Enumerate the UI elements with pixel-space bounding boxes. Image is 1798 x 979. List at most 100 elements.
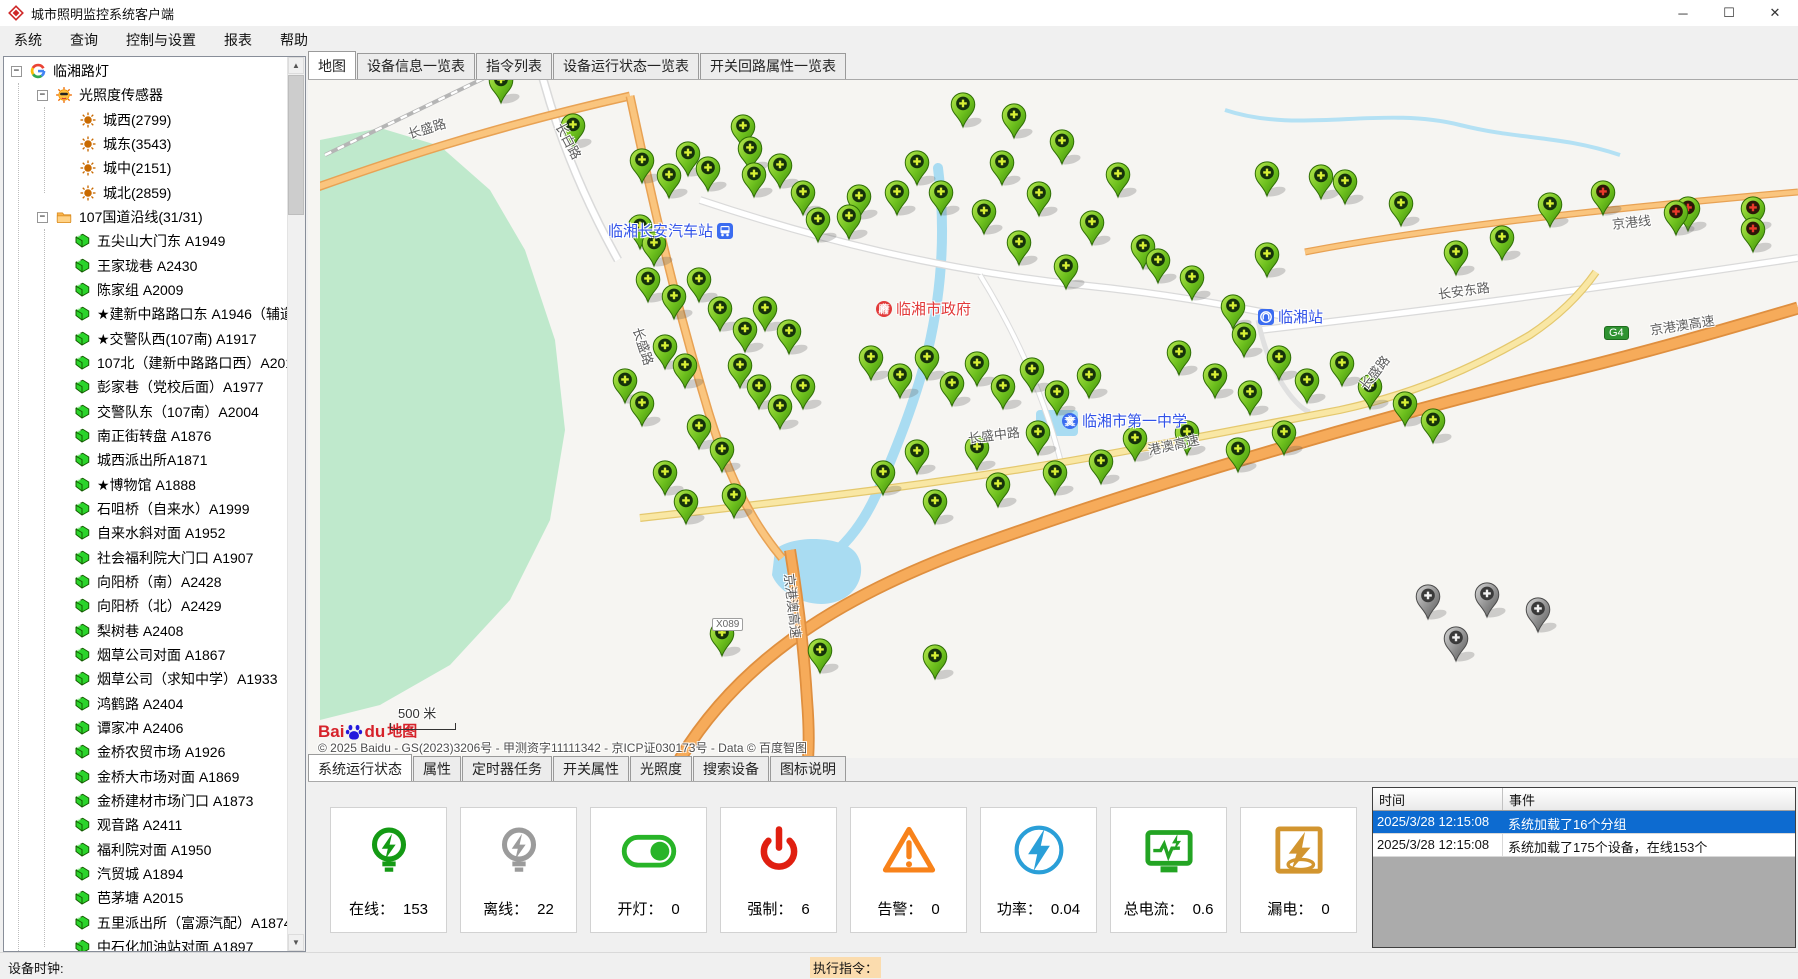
map-pin-offline[interactable]	[1475, 583, 1506, 620]
map-pin-online[interactable]	[733, 318, 764, 355]
tree-device-13[interactable]: 社会福利院大门口 A1907	[4, 546, 287, 570]
map-pin-online[interactable]	[1203, 364, 1234, 401]
map-pin-online[interactable]	[905, 440, 936, 477]
expand-collapse-icon[interactable]: −	[37, 212, 48, 223]
bottom-tab-1[interactable]: 属性	[413, 756, 461, 782]
map-pin-online[interactable]	[1330, 352, 1361, 389]
map-pin-online[interactable]	[1050, 130, 1081, 167]
tree-device-22[interactable]: 金桥大市场对面 A1869	[4, 765, 287, 789]
map-pin-online[interactable]	[1389, 192, 1420, 229]
event-row-1[interactable]: 2025/3/28 12:15:08系统加载了175个设备，在线153个	[1373, 834, 1795, 857]
tree-device-5[interactable]: 107北（建新中路路口西）A2014	[4, 351, 287, 375]
close-button[interactable]: ✕	[1752, 0, 1798, 26]
map-pin-online[interactable]	[791, 375, 822, 412]
menu-item-4[interactable]: 帮助	[266, 26, 322, 54]
tree-device-17[interactable]: 烟草公司对面 A1867	[4, 643, 287, 667]
map-pin-online[interactable]	[806, 208, 837, 245]
map-pin-online[interactable]	[885, 181, 916, 218]
tree-device-20[interactable]: 谭家冲 A2406	[4, 716, 287, 740]
bottom-tab-5[interactable]: 搜索设备	[693, 756, 769, 782]
map-pin-online[interactable]	[1027, 182, 1058, 219]
map-pin-online[interactable]	[972, 200, 1003, 237]
tree-device-27[interactable]: 芭茅塘 A2015	[4, 886, 287, 910]
tree-device-0[interactable]: 五尖山大门东 A1949	[4, 229, 287, 253]
bottom-tab-3[interactable]: 开关属性	[553, 756, 629, 782]
map-pin-online[interactable]	[777, 320, 808, 357]
map-pin-online[interactable]	[630, 149, 661, 186]
map-pin-online[interactable]	[630, 392, 661, 429]
tree-device-15[interactable]: 向阳桥（北）A2429	[4, 594, 287, 618]
map-pin-online[interactable]	[1106, 163, 1137, 200]
tree-device-29[interactable]: 中石化加油站对面 A1897	[4, 935, 287, 952]
tree-sensor-2[interactable]: 城中(2151)	[4, 156, 287, 180]
tree-scrollbar[interactable]: ▲ ▼	[287, 57, 305, 951]
map-pin-online[interactable]	[905, 151, 936, 188]
map-pin-online[interactable]	[1080, 211, 1111, 248]
map-pin-offline[interactable]	[1526, 598, 1557, 635]
map-pin-online[interactable]	[1444, 241, 1475, 278]
map-pin-online[interactable]	[1490, 226, 1521, 263]
map-tab-2[interactable]: 指令列表	[476, 53, 552, 79]
expand-collapse-icon[interactable]: −	[37, 90, 48, 101]
map-pin-online[interactable]	[965, 436, 996, 473]
map-tab-0[interactable]: 地图	[308, 51, 356, 79]
menu-item-1[interactable]: 查询	[56, 26, 112, 54]
bottom-tab-0[interactable]: 系统运行状态	[308, 754, 412, 782]
map-pin-online[interactable]	[990, 151, 1021, 188]
map-pin-online[interactable]	[986, 473, 1017, 510]
map-pin-online[interactable]	[1238, 381, 1269, 418]
tree-device-28[interactable]: 五里派出所（富源汽配）A1874	[4, 910, 287, 934]
tree-device-2[interactable]: 陈家组 A2009	[4, 278, 287, 302]
map-pin-online[interactable]	[991, 375, 1022, 412]
tree-sensor-3[interactable]: 城北(2859)	[4, 181, 287, 205]
bottom-tab-4[interactable]: 光照度	[630, 756, 692, 782]
tree-device-24[interactable]: 观音路 A2411	[4, 813, 287, 837]
tree-root[interactable]: −临湘路灯	[4, 59, 287, 83]
map-pin-online[interactable]	[1255, 243, 1286, 280]
map-pin-online[interactable]	[662, 285, 693, 322]
map-pin-online[interactable]	[696, 157, 727, 194]
expand-collapse-icon[interactable]: −	[11, 66, 22, 77]
tree-device-3[interactable]: ★建新中路路口东 A1946（辅道灯）	[4, 302, 287, 326]
map-pin-online[interactable]	[929, 181, 960, 218]
map-tab-4[interactable]: 开关回路属性一览表	[700, 53, 846, 79]
bottom-tab-2[interactable]: 定时器任务	[462, 756, 552, 782]
map-pin-online[interactable]	[940, 372, 971, 409]
map-pin-online[interactable]	[923, 645, 954, 682]
map-canvas[interactable]: 临湘长安汽车站府临湘市政府临湘站文临湘市第一中学长盛路长白路长盛路长盛中路港澳高…	[308, 79, 1798, 758]
event-col-event[interactable]: 事件	[1503, 788, 1795, 810]
map-pin-online[interactable]	[1538, 193, 1569, 230]
tree-group-1[interactable]: −107国道沿线(31/31)	[4, 205, 287, 229]
maximize-button[interactable]: ☐	[1706, 0, 1752, 26]
map-pin-online[interactable]	[768, 395, 799, 432]
tree-device-21[interactable]: 金桥农贸市场 A1926	[4, 740, 287, 764]
map-pin-online[interactable]	[657, 164, 688, 201]
tree-device-9[interactable]: 城西派出所A1871	[4, 448, 287, 472]
map-tab-1[interactable]: 设备信息一览表	[357, 53, 475, 79]
tree-sensor-0[interactable]: 城西(2799)	[4, 108, 287, 132]
event-col-time[interactable]: 时间	[1373, 788, 1503, 810]
map-pin-online[interactable]	[923, 490, 954, 527]
tree-device-1[interactable]: 王家珑巷 A2430	[4, 254, 287, 278]
map-pin-online[interactable]	[1043, 461, 1074, 498]
menu-item-0[interactable]: 系统	[0, 26, 56, 54]
menu-item-2[interactable]: 控制与设置	[112, 26, 210, 54]
map-pin-online[interactable]	[859, 346, 890, 383]
map-pin-online[interactable]	[1007, 231, 1038, 268]
map-pin-online[interactable]	[1421, 409, 1452, 446]
scroll-thumb[interactable]	[288, 75, 304, 215]
tree-device-25[interactable]: 福利院对面 A1950	[4, 838, 287, 862]
map-tab-3[interactable]: 设备运行状态一览表	[553, 53, 699, 79]
tree-device-18[interactable]: 烟草公司（求知中学）A1933	[4, 667, 287, 691]
menu-item-3[interactable]: 报表	[210, 26, 266, 54]
map-pin-online[interactable]	[1077, 364, 1108, 401]
map-pin-online[interactable]	[710, 622, 741, 659]
tree-device-11[interactable]: 石咀桥（自来水）A1999	[4, 497, 287, 521]
minimize-button[interactable]: ─	[1660, 0, 1706, 26]
scroll-down-icon[interactable]: ▼	[288, 934, 304, 951]
tree-device-12[interactable]: 自来水斜对面 A1952	[4, 521, 287, 545]
tree-device-14[interactable]: 向阳桥（南）A2428	[4, 570, 287, 594]
map-pin-online[interactable]	[489, 80, 520, 105]
tree-device-10[interactable]: ★博物馆 A1888	[4, 473, 287, 497]
map-pin-online[interactable]	[710, 438, 741, 475]
